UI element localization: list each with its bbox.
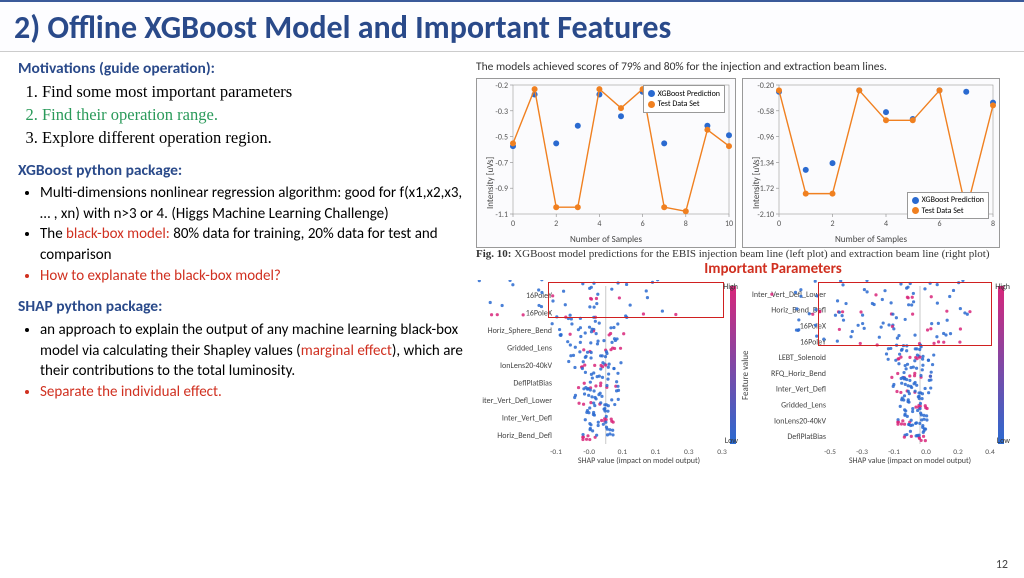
svg-text:16PoleY: 16PoleY [800,337,826,347]
svg-text:-0.96: -0.96 [757,133,774,143]
svg-text:-0.5: -0.5 [495,133,508,143]
colorbar-high: High [995,282,1010,292]
svg-text:-0.3: -0.3 [495,107,508,117]
svg-text:-0.5: -0.5 [824,448,836,457]
motivations-list: Find some most important parameters Find… [18,81,468,149]
xgboost-heading: XGBoost python package: [18,160,468,181]
svg-text:Gridded_Lens: Gridded_Lens [507,343,552,353]
xaxis-label: Number of Samples [477,234,735,245]
body: Motivations (guide operation): Find some… [0,52,1024,578]
svg-text:16PoleY: 16PoleY [526,291,552,301]
feature-value-label: Feature value [740,351,751,401]
shap-list: an approach to explain the output of any… [18,320,468,403]
svg-text:2: 2 [554,219,558,229]
slide-header: 2) Offline XGBoost Model and Important F… [0,0,1024,52]
important-parameters-heading: Important Parameters [532,260,1014,278]
svg-text:10: 10 [725,219,733,229]
motiv-3: Explore different operation region. [42,127,468,150]
slide-title: 2) Offline XGBoost Model and Important F… [14,8,1010,47]
svg-text:LEBT_Solenoid: LEBT_Solenoid [779,353,827,363]
svg-text:DeflPlatBias: DeflPlatBias [513,379,552,389]
shap-1: an approach to explain the output of any… [40,320,468,382]
svg-text:SHAP value (impact on model ou: SHAP value (impact on model output) [578,456,700,464]
xgb-2: The black-box model: 80% data for traini… [40,224,468,265]
xgboost-list: Multi-dimensions nonlinear regression al… [18,183,468,286]
prediction-charts: Intensity [uVs] -1.1 -0.9 -0.7 -0.5 -0.3 -0.2… [476,78,1010,248]
shap-plots: 16PoleY 16PoleX Horiz_Sphere_Bend Gridded_L… [472,280,1014,464]
figure-caption: Fig. 10: XGBoost model predictions for t… [476,248,1010,260]
motiv-1: Find some most important parameters [42,81,468,104]
left-column: Motivations (guide operation): Find some… [18,58,468,576]
svg-text:0: 0 [511,219,515,229]
colorbar-low: Low [725,436,738,446]
top-caption: The models achieved scores of 79% and 80… [476,60,1010,74]
xaxis-label: Number of Samples [743,234,999,245]
xgb-1: Multi-dimensions nonlinear regression al… [40,183,468,224]
svg-text:Horiz_Sphere_Bend: Horiz_Sphere_Bend [488,326,552,336]
injection-plot: Intensity [uVs] -1.1 -0.9 -0.7 -0.5 -0.3 -0.2… [476,78,736,248]
svg-text:RFQ_Horiz_Bend: RFQ_Horiz_Bend [771,369,826,379]
page-number: 12 [996,558,1008,572]
svg-text:16PoleX: 16PoleX [800,322,827,332]
right-column: The models achieved scores of 79% and 80… [472,58,1014,576]
svg-text:0.3: 0.3 [717,448,727,457]
yaxis-label: Intensity [uVs] [751,157,762,209]
svg-text:IonLens20-40kV: IonLens20-40kV [500,361,552,371]
xgb-3: How to explanate the black-box model? [40,266,468,287]
svg-text:IonLens20-40kV: IonLens20-40kV [774,416,826,426]
svg-text:Inter_Vert_Defl: Inter_Vert_Defl [502,414,552,424]
svg-text:0.4: 0.4 [985,448,995,457]
extraction-plot: Intensity [uVs] -2.10-1.72-1.34-0.96-0.5… [742,78,1000,248]
svg-text:-0.9: -0.9 [495,184,508,194]
svg-text:-0.7: -0.7 [495,158,508,168]
shap-injection: 16PoleY 16PoleX Horiz_Sphere_Bend Gridded_L… [472,280,740,464]
svg-text:8: 8 [684,219,688,229]
svg-text:-0.1: -0.1 [550,448,562,457]
legend: XGBoost Prediction Test Data Set [907,192,989,220]
shap-extraction: Inter_Vert_Defl_Lower Horiz_Bend_Defl 16Po… [746,280,1008,464]
legend: XGBoost Prediction Test Data Set [643,85,725,113]
svg-text:Horiz_Bend_Defl: Horiz_Bend_Defl [771,306,826,316]
svg-text:-0.2: -0.2 [495,81,508,91]
svg-text:DeflPlatBias: DeflPlatBias [787,432,826,442]
colorbar-low: Low [997,436,1010,446]
motivations-heading: Motivations (guide operation): [18,58,468,79]
motiv-2: Find their operation range. [42,104,468,127]
svg-text:2: 2 [830,219,834,229]
svg-text:SHAP value (impact on model ou: SHAP value (impact on model output) [849,456,971,464]
svg-text:4: 4 [884,219,888,229]
colorbar-high: High [723,282,738,292]
svg-text:16PoleX: 16PoleX [526,308,553,318]
shap-2: Separate the individual effect. [40,382,468,403]
svg-text:Inter_Vert_Defl: Inter_Vert_Defl [776,385,826,395]
svg-text:-0.20: -0.20 [757,81,774,91]
svg-text:6: 6 [937,219,941,229]
svg-text:iter_Vert_Defl_Lower: iter_Vert_Defl_Lower [482,396,552,406]
yaxis-label: Intensity [uVs] [485,157,496,209]
svg-text:Inter_Vert_Defl_Lower: Inter_Vert_Defl_Lower [752,290,826,300]
svg-text:8: 8 [991,219,995,229]
svg-text:6: 6 [641,219,645,229]
svg-text:-0.58: -0.58 [757,107,774,117]
svg-text:-1.1: -1.1 [495,210,508,220]
shap-heading: SHAP python package: [18,296,468,317]
svg-text:4: 4 [597,219,601,229]
svg-text:Horiz_Bend_Defl: Horiz_Bend_Defl [497,431,552,441]
svg-text:0: 0 [777,219,781,229]
svg-text:-2.10: -2.10 [757,210,774,220]
svg-text:Gridded_Lens: Gridded_Lens [781,401,826,411]
